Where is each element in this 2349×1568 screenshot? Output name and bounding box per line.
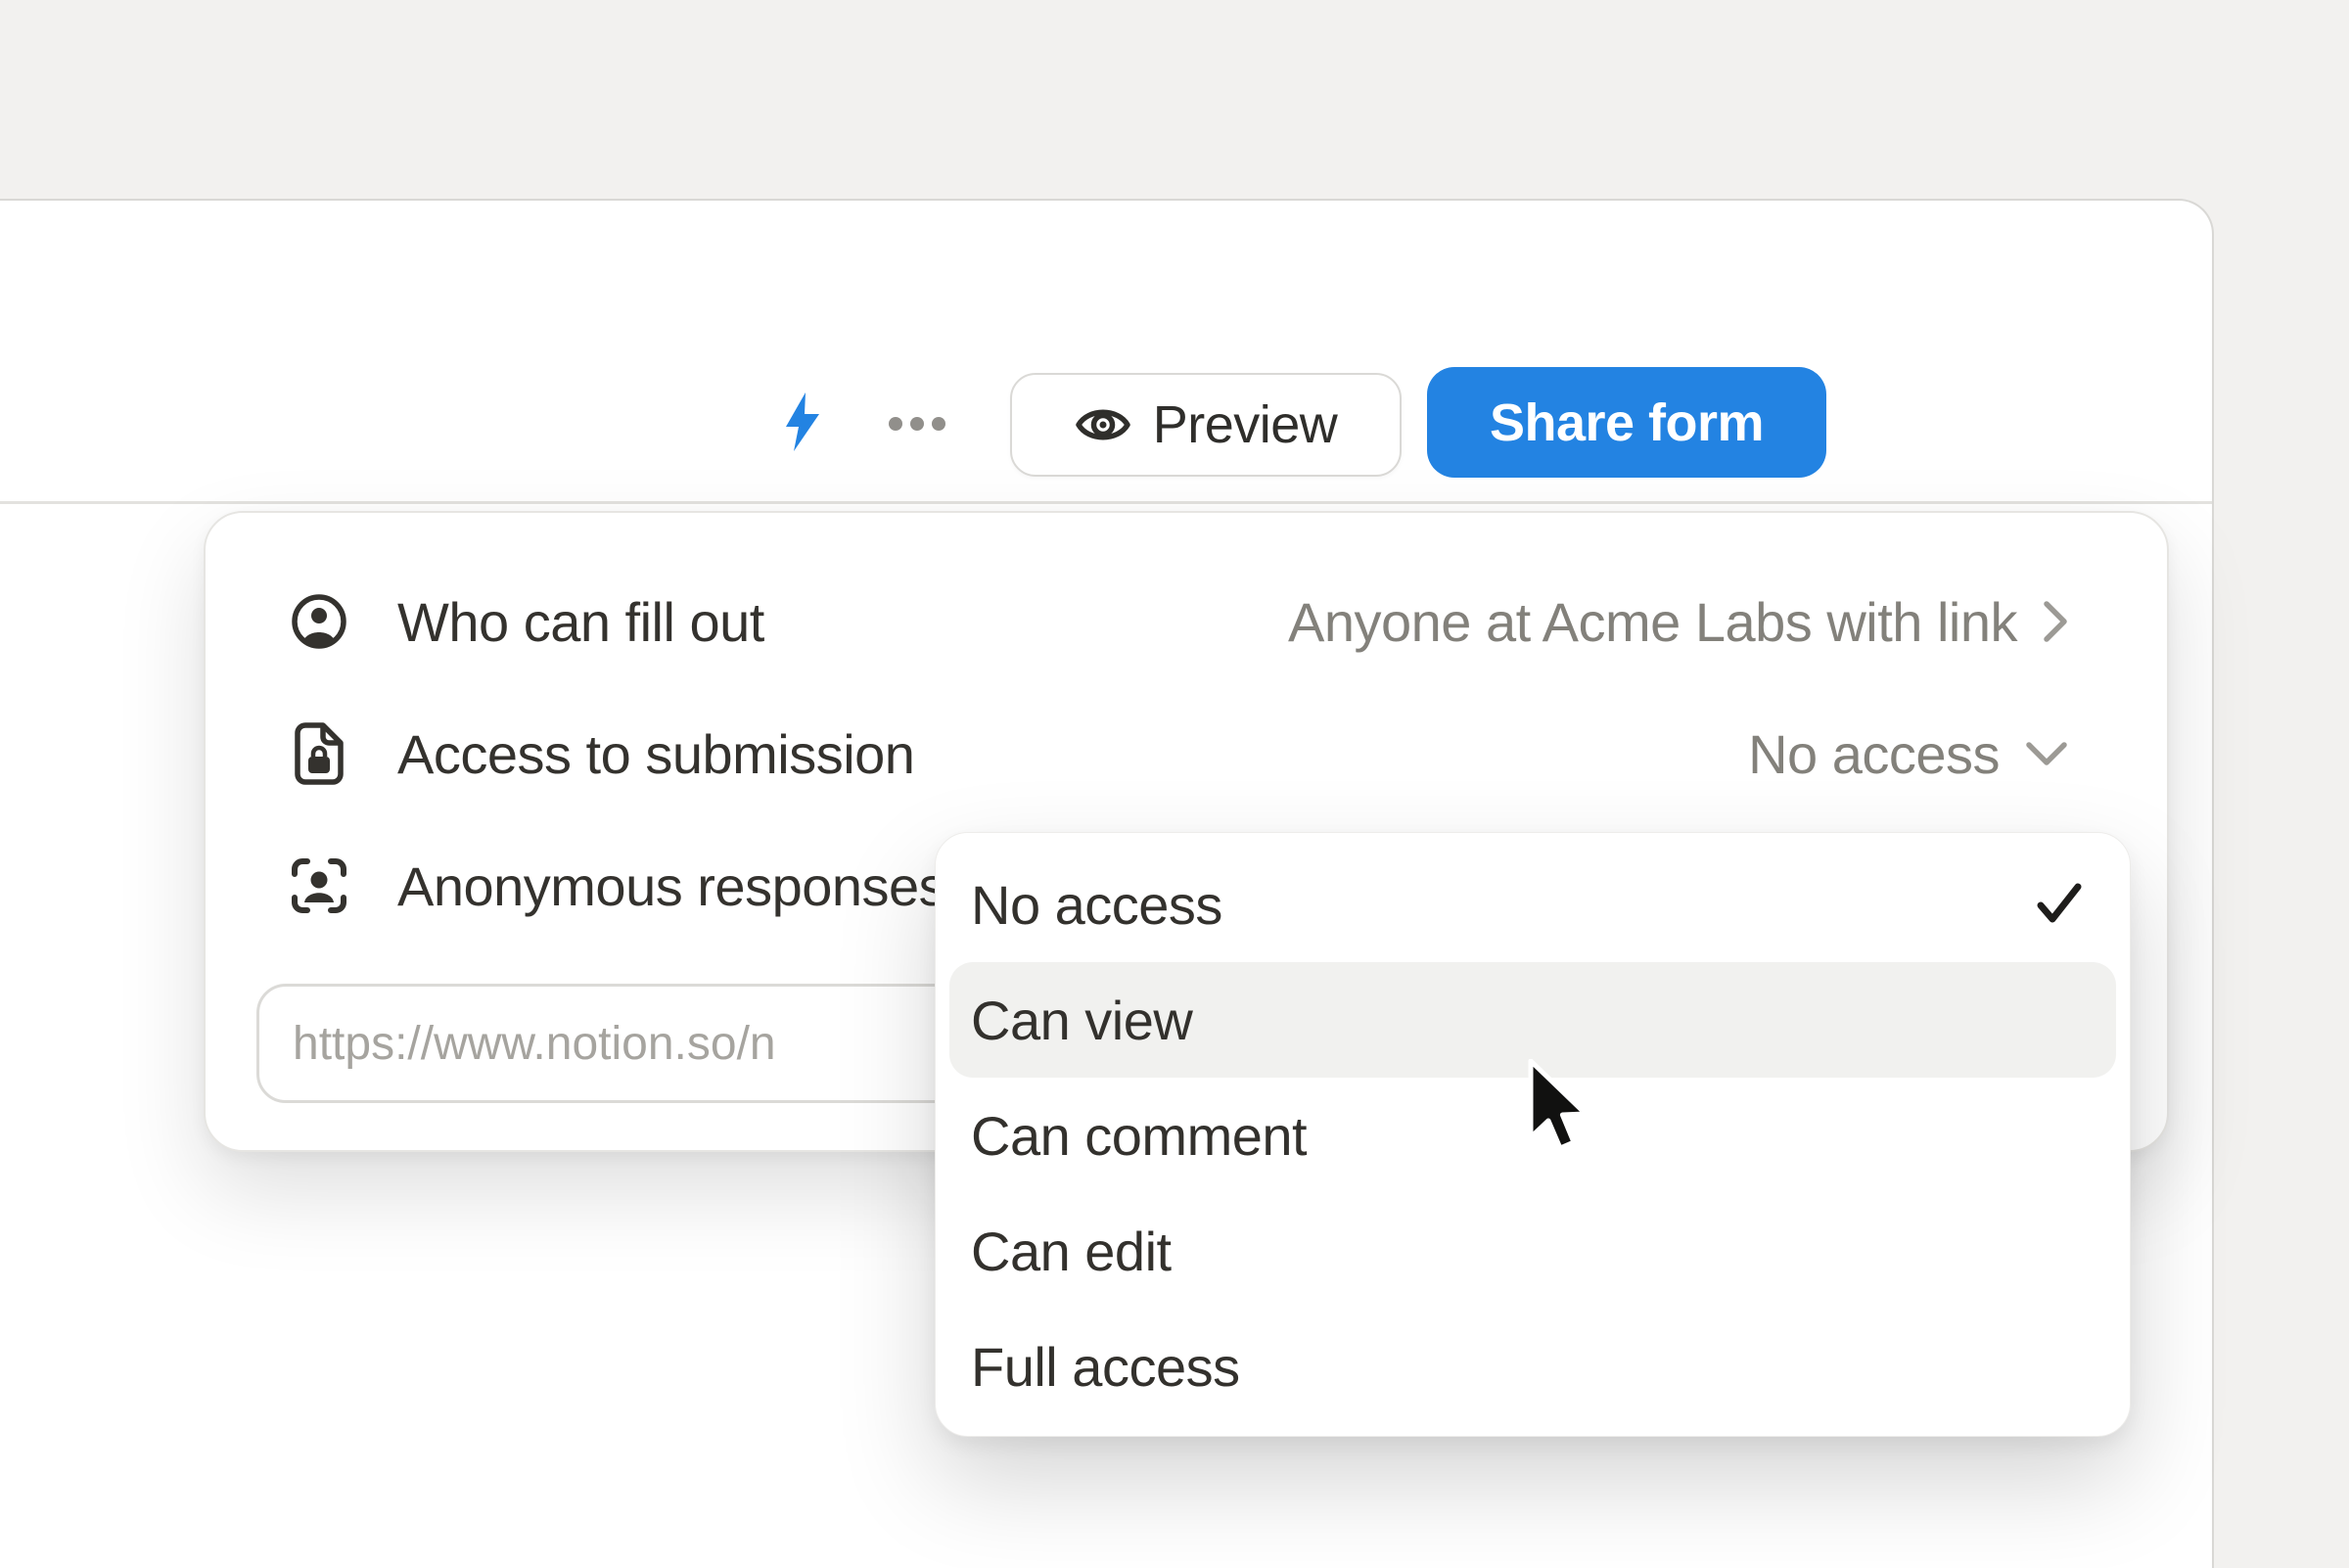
menu-item-full-access[interactable]: Full access — [949, 1309, 2116, 1424]
eye-icon — [1075, 403, 1131, 446]
row-label: Who can fill out — [397, 590, 764, 654]
row-value: Anyone at Acme Labs with link — [1288, 590, 2017, 654]
menu-item-label: Can edit — [971, 1220, 1172, 1283]
chevron-right-icon — [2043, 600, 2068, 643]
share-form-button[interactable]: Share form — [1427, 367, 1826, 478]
dot — [932, 417, 945, 431]
share-form-button-label: Share form — [1490, 392, 1764, 453]
menu-item-label: Can view — [971, 989, 1192, 1052]
row-value: No access — [1748, 722, 2000, 786]
mouse-cursor-arrow — [1525, 1059, 1599, 1163]
menu-item-label: No access — [971, 873, 1222, 937]
header-divider — [0, 501, 2212, 504]
preview-button[interactable]: Preview — [1010, 373, 1402, 477]
access-to-submission-row[interactable]: Access to submission No access — [206, 690, 2167, 817]
menu-item-label: Full access — [971, 1335, 1240, 1399]
chevron-down-icon — [2025, 741, 2068, 766]
more-options-button[interactable] — [889, 417, 945, 431]
person-circle-icon — [290, 589, 348, 654]
menu-item-label: Can comment — [971, 1104, 1307, 1168]
row-label: Anonymous responses — [397, 854, 945, 918]
row-label: Access to submission — [397, 722, 914, 786]
who-can-fill-out-row[interactable]: Who can fill out Anyone at Acme Labs wit… — [206, 558, 2167, 685]
person-scan-frame-icon — [290, 853, 348, 918]
dot — [910, 417, 924, 431]
menu-item-can-edit[interactable]: Can edit — [949, 1193, 2116, 1309]
document-lock-icon — [290, 721, 348, 786]
preview-button-label: Preview — [1153, 394, 1338, 455]
dot — [889, 417, 902, 431]
lightning-bolt-icon[interactable] — [783, 392, 822, 452]
checkmark-icon — [2036, 882, 2083, 927]
menu-item-no-access[interactable]: No access — [949, 847, 2116, 962]
